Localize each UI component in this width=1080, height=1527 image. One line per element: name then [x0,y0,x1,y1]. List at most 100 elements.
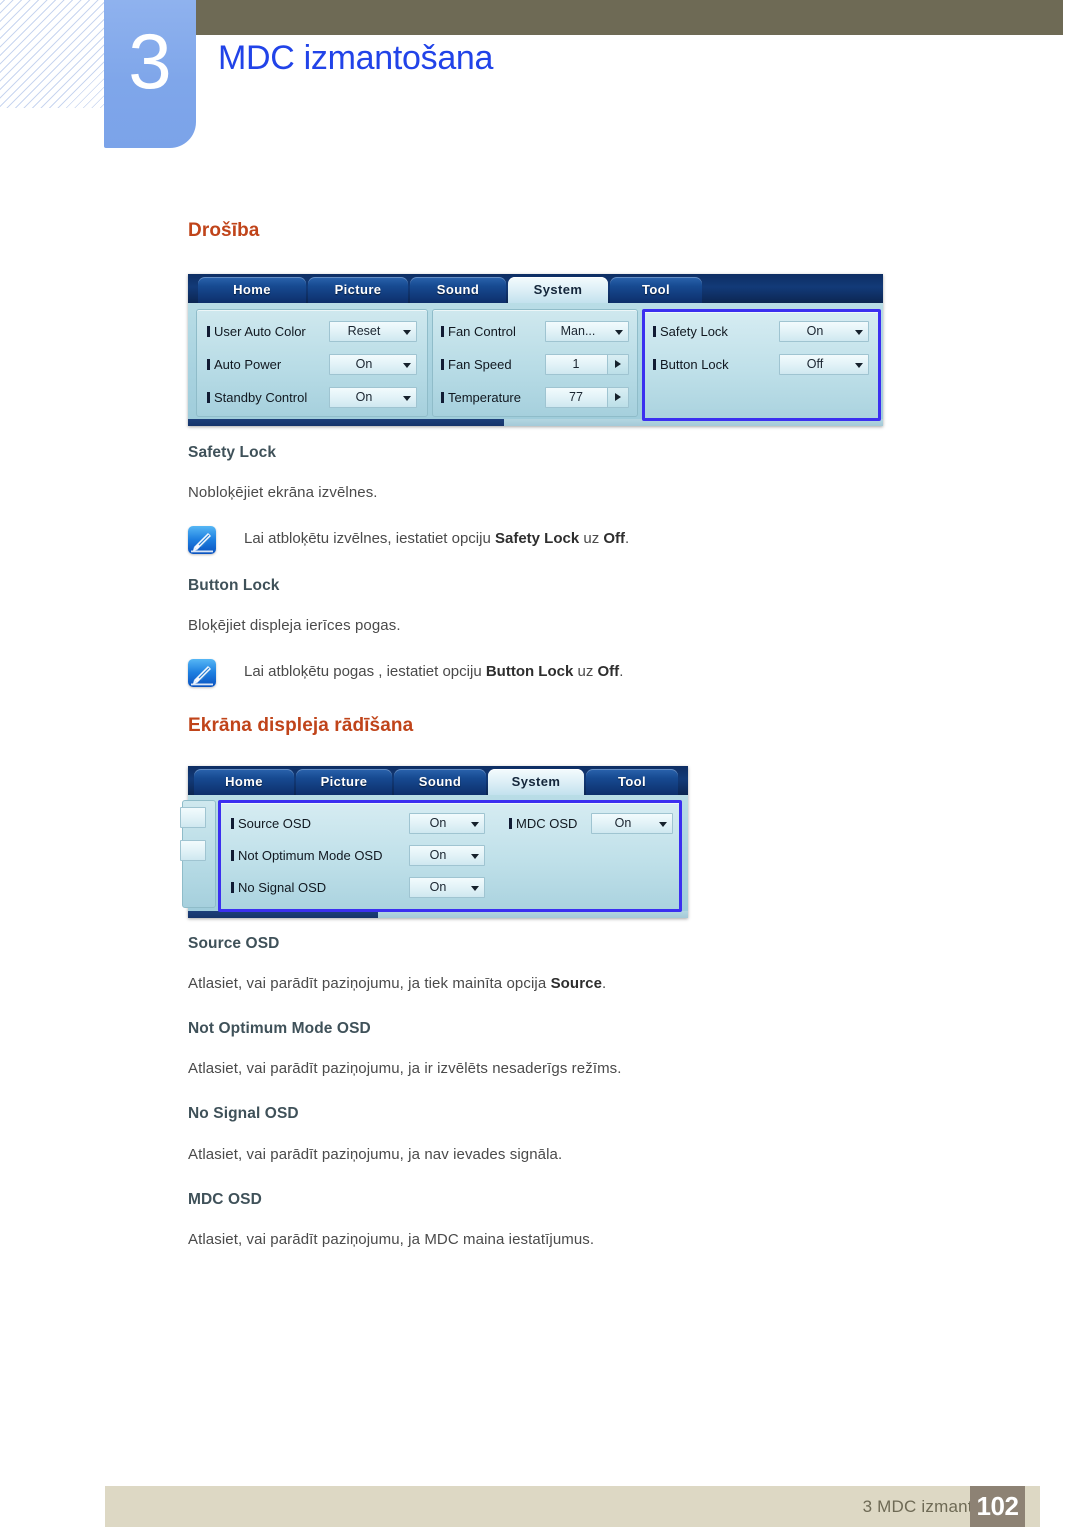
osd-bullet-icon [509,818,512,829]
osd-tab-home[interactable]: Home [198,277,306,303]
osd-dropdown-value: On [429,816,447,830]
osd-dropdown-standby-control[interactable]: On [329,387,417,408]
osd-tab-sound[interactable]: Sound [410,277,506,303]
note-text-button-lock: Lai atbloķētu pogas , iestatiet opciju B… [244,663,623,680]
osd-dropdown-no-signal-osd[interactable]: On [409,877,485,898]
osd-group-osd-settings-highlighted: Source OSD On Not Optimum Mode OSD On No… [218,800,682,912]
arrow-right-icon[interactable] [607,355,628,374]
osd-label-fan-control: Fan Control [441,321,516,343]
osd-label-text: Auto Power [214,357,282,372]
osd-bullet-icon [653,359,656,370]
osd-tab-system[interactable]: System [488,769,584,795]
osd-label-text: No Signal OSD [238,880,327,895]
osd-label-text: MDC OSD [516,816,578,831]
osd-dropdown-auto-power[interactable]: On [329,354,417,375]
osd-label-text: Fan Control [448,324,516,339]
osd-dropdown-value: On [355,390,373,404]
osd-body: User Auto Color Reset Auto Power On Stan… [188,303,883,426]
chevron-down-icon [403,330,411,335]
osd-dropdown-fan-control[interactable]: Man... [545,321,629,342]
osd-label-no-signal-osd: No Signal OSD [231,877,326,899]
osd-label-button-lock: Button Lock [653,354,729,376]
osd-label-text: Safety Lock [660,324,728,339]
osd-label-not-optimum-mode-osd: Not Optimum Mode OSD [231,845,383,867]
body-source-osd: Atlasiet, vai parādīt paziņojumu, ja tie… [188,975,606,992]
osd-row-fan-speed: Fan Speed 1 [441,354,629,376]
subheading-not-optimum-mode-osd: Not Optimum Mode OSD [188,1020,371,1037]
osd-tab-tool[interactable]: Tool [610,277,702,303]
osd-bullet-icon [207,326,210,337]
header-olive-bar [108,0,1080,35]
note-mid: uz [579,530,604,547]
osd-bullet-icon [231,882,234,893]
body-safety-lock: Nobloķējiet ekrāna izvēlnes. [188,484,378,501]
osd-row-auto-power: Auto Power On [207,354,419,376]
osd-bullet-icon [231,818,234,829]
osd-bullet-icon [207,359,210,370]
osd-bullet-icon [231,850,234,861]
osd-row-standby-control: Standby Control On [207,387,419,409]
note-safety-lock: Lai atbloķētu izvēlnes, iestatiet opciju… [188,526,788,554]
osd-tab-bar: Home Picture Sound System Tool [188,766,688,795]
osd-tab-sound[interactable]: Sound [394,769,486,795]
osd-partial-field-1[interactable] [180,807,206,828]
osd-dropdown-safety-lock[interactable]: On [779,321,869,342]
osd-tab-home[interactable]: Home [194,769,294,795]
osd-bullet-icon [653,326,656,337]
osd-spinner-value: 1 [572,357,580,371]
note-prefix: Lai atbloķētu izvēlnes, iestatiet opciju [244,530,495,547]
osd-tab-picture[interactable]: Picture [296,769,392,795]
chevron-down-icon [471,886,479,891]
osd-dropdown-mdc-osd[interactable]: On [591,813,673,834]
subheading-source-osd: Source OSD [188,935,280,952]
body-no-signal-osd: Atlasiet, vai parādīt paziņojumu, ja nav… [188,1146,563,1163]
note-bold-off: Off [603,530,626,547]
osd-dropdown-not-optimum-mode-osd[interactable]: On [409,845,485,866]
chevron-down-icon [403,363,411,368]
osd-dropdown-value: On [429,880,447,894]
page-title: MDC izmantošana [218,39,494,77]
osd-row-no-signal-osd: No Signal OSD On [231,877,501,899]
body-bold-source: Source [550,975,603,992]
osd-dropdown-user-auto-color[interactable]: Reset [329,321,417,342]
osd-scroll-thumb[interactable] [188,911,378,918]
osd-dropdown-source-osd[interactable]: On [409,813,485,834]
osd-spinner-fan-speed[interactable]: 1 [545,354,629,375]
osd-label-text: Temperature [448,390,521,405]
section-heading-drosiba: Drošība [188,220,260,241]
subheading-no-signal-osd: No Signal OSD [188,1105,299,1122]
subheading-button-lock: Button Lock [188,577,280,594]
osd-label-auto-power: Auto Power [207,354,281,376]
osd-dropdown-button-lock[interactable]: Off [779,354,869,375]
osd-label-standby-control: Standby Control [207,387,307,409]
osd-row-button-lock: Button Lock Off [653,354,869,376]
chapter-number: 3 [128,17,172,105]
osd-label-user-auto-color: User Auto Color [207,321,306,343]
osd-bullet-icon [207,392,210,403]
osd-label-temperature: Temperature [441,387,521,409]
osd-screenshot-system-security: Home Picture Sound System Tool User Auto… [188,274,883,426]
osd-screenshot-system-osd: Home Picture Sound System Tool Source OS… [180,766,688,918]
arrow-right-icon[interactable] [607,388,628,407]
note-mid: uz [573,663,598,680]
osd-tab-tool[interactable]: Tool [586,769,678,795]
osd-spinner-temperature[interactable]: 77 [545,387,629,408]
osd-group-lock-settings-highlighted: Safety Lock On Button Lock Off [642,309,881,421]
note-bold-safety-lock: Safety Lock [494,530,580,547]
osd-bullet-icon [441,392,444,403]
osd-partial-field-2[interactable] [180,840,206,861]
section-heading-ekrana-displeja-radisana: Ekrāna displeja rādīšana [188,715,414,736]
body-not-optimum-mode-osd: Atlasiet, vai parādīt paziņojumu, ja ir … [188,1060,622,1077]
osd-row-not-optimum-mode-osd: Not Optimum Mode OSD On [231,845,501,867]
chevron-down-icon [471,854,479,859]
page-header: 3 MDC izmantošana [0,0,1080,160]
chevron-down-icon [855,330,863,335]
body-button-lock: Bloķējiet displeja ierīces pogas. [188,617,401,634]
note-bold-button-lock: Button Lock [485,663,574,680]
osd-tab-system[interactable]: System [508,277,608,303]
body-prefix: Atlasiet, vai parādīt paziņojumu, ja tie… [188,975,551,992]
osd-scroll-thumb[interactable] [188,419,504,426]
note-prefix: Lai atbloķētu pogas , iestatiet opciju [244,663,486,680]
osd-dropdown-value: Reset [347,324,381,338]
osd-tab-picture[interactable]: Picture [308,277,408,303]
